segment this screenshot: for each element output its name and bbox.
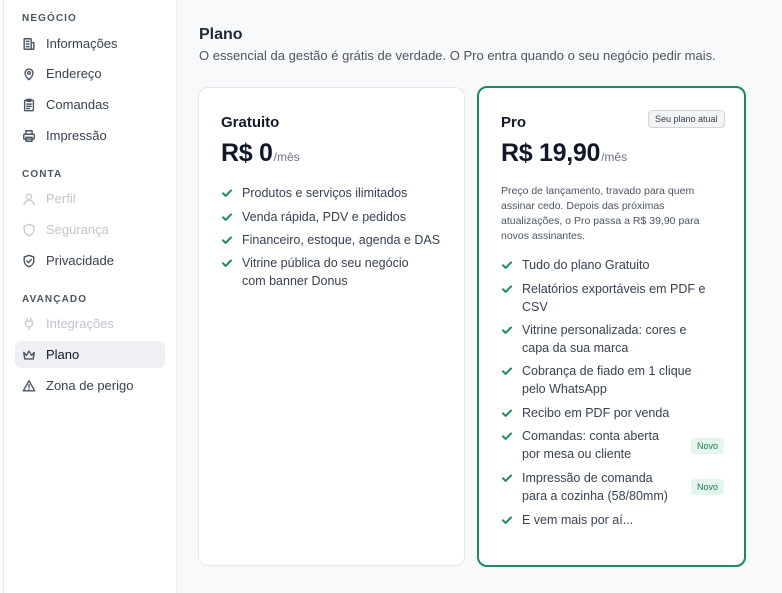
new-badge: Novo — [691, 479, 725, 495]
feature-text: Venda rápida, PDV e pedidos — [242, 210, 407, 224]
feature-text: Vitrine personalizada: cores e capa da s… — [522, 323, 687, 355]
feature-text: Cobrança de fiado em 1 clique pelo Whats… — [522, 364, 692, 396]
shield-icon — [22, 223, 36, 237]
sidebar-item-label: Comandas — [46, 97, 109, 112]
feature-text: Recibo em PDF por venda — [522, 406, 670, 420]
feature-text: Tudo do plano Gratuito — [522, 258, 650, 272]
sidebar-item-privacidade[interactable]: Privacidade — [15, 247, 165, 274]
sidebar-item-endereco[interactable]: Endereço — [15, 60, 165, 87]
plan-card-free: Gratuito R$ 0 /mês Produtos e serviços i… — [198, 87, 465, 566]
sidebar-item-zona-de-perigo[interactable]: Zona de perigo — [15, 372, 165, 399]
sidebar-item-informacoes[interactable]: Informações — [15, 30, 165, 57]
section-title-negocio: NEGÓCIO — [22, 13, 77, 24]
printer-icon — [22, 129, 36, 143]
pricing-note: Preço de lançamento, travado para quem a… — [501, 185, 700, 242]
feature-item: Venda rápida, PDV e pedidos — [221, 208, 406, 226]
building-icon — [22, 37, 36, 51]
price-amount: R$ 0 — [221, 139, 273, 167]
price-period: /mês — [601, 150, 628, 164]
sidebar-item-impressao[interactable]: Impressão — [15, 122, 165, 149]
new-badge: Novo — [691, 438, 725, 454]
feature-text: Financeiro, estoque, agenda e DAS — [242, 233, 441, 247]
section-title-avancado: AVANÇADO — [22, 294, 88, 305]
check-icon — [501, 362, 514, 380]
sidebar-item-label: Endereço — [46, 66, 102, 81]
check-icon — [221, 254, 234, 272]
plan-card-pro: Pro Seu plano atual R$ 19,90 /mês Preço … — [477, 86, 746, 567]
feature-item: Relatórios exportáveis em PDF e CSV — [501, 280, 705, 316]
sidebar-item-comandas[interactable]: Comandas — [15, 91, 165, 118]
page-title: Plano — [199, 26, 243, 43]
feature-text: E vem mais por aí... — [522, 513, 634, 527]
feature-item: Tudo do plano Gratuito — [501, 256, 649, 274]
sidebar-item-label: Informações — [46, 36, 118, 51]
check-icon — [501, 469, 514, 487]
plan-name: Gratuito — [221, 114, 280, 131]
price-period: /mês — [273, 150, 300, 164]
feature-text: Relatórios exportáveis em PDF e CSV — [522, 282, 706, 314]
feature-item: Financeiro, estoque, agenda e DAS — [221, 231, 440, 249]
page-subtitle: O essencial da gestão é grátis de verdad… — [199, 48, 716, 63]
sidebar-item-label: Privacidade — [46, 253, 114, 268]
settings-sidebar: NEGÓCIO Informações Endereço Comandas Im… — [4, 0, 177, 593]
shield-check-icon — [22, 254, 36, 268]
feature-item: Recibo em PDF por venda — [501, 404, 669, 422]
check-icon — [501, 404, 514, 422]
sidebar-item-integracoes[interactable]: Integrações — [15, 310, 165, 337]
feature-item: E vem mais por aí... — [501, 511, 633, 529]
warning-triangle-icon — [22, 379, 36, 393]
feature-text: Comandas: conta aberta por mesa ou clien… — [522, 429, 659, 461]
check-icon — [221, 184, 234, 202]
plan-price: R$ 0 /mês — [221, 139, 300, 168]
plan-name: Pro — [501, 114, 527, 131]
sidebar-item-label: Plano — [46, 347, 80, 362]
check-icon — [221, 231, 234, 249]
feature-text: Vitrine pública do seu negócio com banne… — [242, 256, 409, 288]
map-pin-icon — [22, 67, 36, 81]
sidebar-item-label: Integrações — [46, 316, 114, 331]
check-icon — [501, 321, 514, 339]
feature-item: Comandas: conta aberta por mesa ou clien… — [501, 427, 659, 463]
check-icon — [501, 256, 514, 274]
plug-icon — [22, 317, 36, 331]
feature-item: Vitrine pública do seu negócio com banne… — [221, 254, 409, 290]
sidebar-item-label: Segurança — [46, 222, 109, 237]
user-icon — [22, 192, 36, 206]
clipboard-icon — [22, 98, 36, 112]
feature-item: Impressão de comanda para a cozinha (58/… — [501, 469, 668, 505]
sidebar-item-label: Impressão — [46, 128, 107, 143]
feature-text: Impressão de comanda para a cozinha (58/… — [522, 471, 668, 503]
check-icon — [221, 208, 234, 226]
sidebar-item-plano[interactable]: Plano — [15, 341, 165, 368]
feature-text: Produtos e serviços ilimitados — [242, 186, 408, 200]
crown-icon — [22, 348, 36, 362]
section-title-conta: CONTA — [22, 169, 63, 180]
feature-item: Produtos e serviços ilimitados — [221, 184, 407, 202]
feature-item: Cobrança de fiado em 1 clique pelo Whats… — [501, 362, 692, 398]
sidebar-item-label: Perfil — [46, 191, 76, 206]
check-icon — [501, 280, 514, 298]
price-amount: R$ 19,90 — [501, 139, 601, 167]
sidebar-item-label: Zona de perigo — [46, 378, 134, 393]
current-plan-badge: Seu plano atual — [648, 110, 725, 128]
check-icon — [501, 427, 514, 445]
feature-item: Vitrine personalizada: cores e capa da s… — [501, 321, 686, 357]
check-icon — [501, 511, 514, 529]
plan-price: R$ 19,90 /mês — [501, 139, 627, 168]
sidebar-item-seguranca[interactable]: Segurança — [15, 216, 165, 243]
sidebar-item-perfil[interactable]: Perfil — [15, 185, 165, 212]
